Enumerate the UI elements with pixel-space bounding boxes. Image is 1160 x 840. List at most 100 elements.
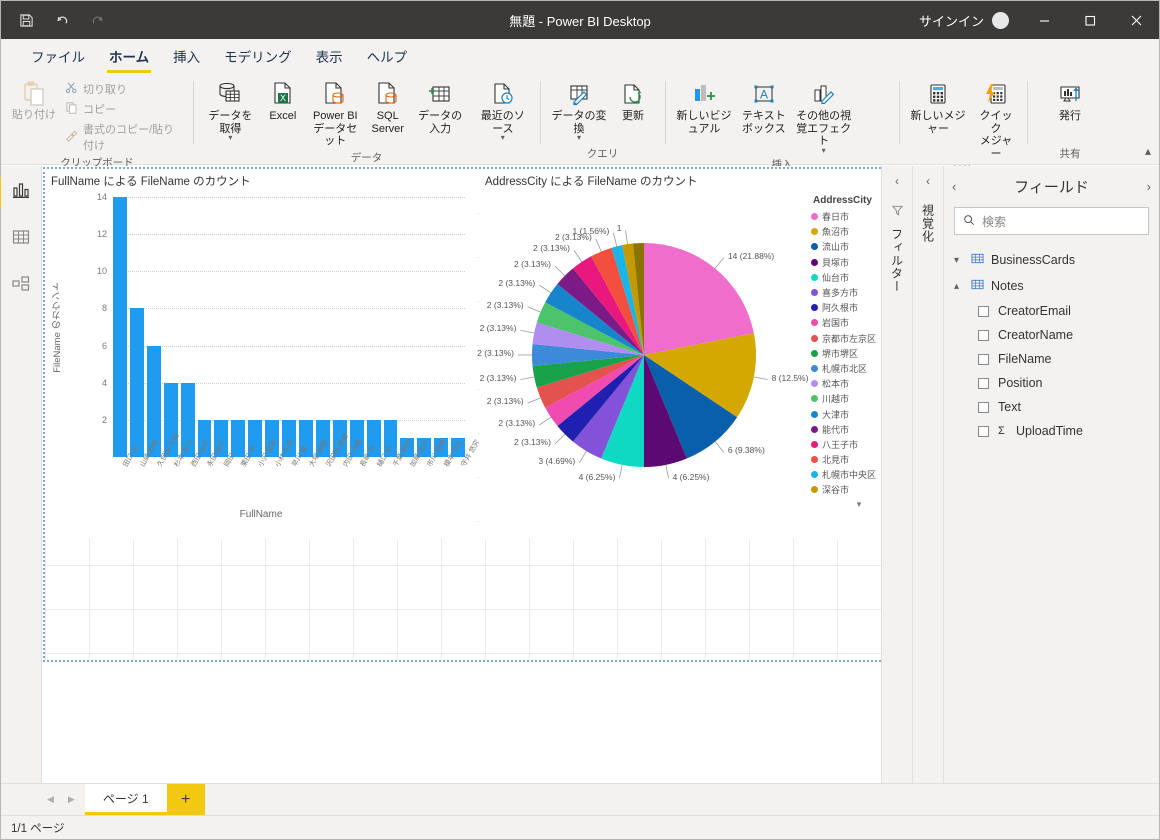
bar-chart-visual[interactable]: FullName による FileName のカウント FileName のカウ…: [45, 169, 482, 539]
field-item-creatorname[interactable]: CreatorName: [944, 323, 1159, 347]
more-visuals-icon: [809, 80, 839, 110]
legend-item[interactable]: 岩国市: [811, 315, 881, 330]
legend-item[interactable]: 魚沼市: [811, 224, 881, 239]
menu-tab-home[interactable]: ホーム: [97, 42, 161, 73]
sign-in-button[interactable]: サインイン: [919, 11, 992, 30]
legend-more-chevron-down-icon[interactable]: ▾: [811, 499, 881, 510]
legend-item[interactable]: 松本市: [811, 376, 881, 391]
menu-tab-modeling[interactable]: モデリング: [212, 42, 304, 73]
fields-pane-chevron-right-icon[interactable]: ›: [1147, 179, 1151, 194]
format-painter-button[interactable]: 書式のコピー/貼り付け: [61, 119, 187, 155]
field-checkbox[interactable]: [978, 425, 989, 437]
recent-sources-button[interactable]: 最近のソース ▾: [472, 78, 534, 144]
add-page-plus-icon[interactable]: +: [166, 784, 205, 815]
fields-table-businesscards[interactable]: ▾ BusinessCards: [944, 247, 1159, 273]
sql-server-button[interactable]: SQL Server: [367, 78, 409, 137]
field-checkbox[interactable]: [978, 329, 989, 341]
menu-tab-help[interactable]: ヘルプ: [355, 42, 420, 73]
field-item-creatoremail[interactable]: CreatorEmail: [944, 299, 1159, 323]
chevron-up-icon[interactable]: ▴: [954, 281, 964, 292]
minimize-button[interactable]: [1021, 1, 1067, 39]
legend-item[interactable]: 流山市: [811, 239, 881, 254]
report-page[interactable]: FullName による FileName のカウント FileName のカウ…: [43, 167, 881, 662]
chevron-down-icon[interactable]: ▾: [577, 134, 581, 142]
report-canvas[interactable]: FullName による FileName のカウント FileName のカウ…: [42, 166, 881, 783]
legend-item[interactable]: 札幌市中央区: [811, 467, 881, 482]
ribbon-group-share: 発行 共有: [1027, 73, 1113, 164]
paste-button[interactable]: 貼り付け: [7, 77, 61, 124]
fields-search-input[interactable]: 検索: [954, 207, 1149, 235]
report-view-button[interactable]: [0, 176, 38, 209]
pie-chart-visual[interactable]: AddressCity による FileName のカウント 14 (21.88…: [477, 169, 881, 539]
legend-item[interactable]: 大津市: [811, 406, 881, 421]
field-item-uploadtime[interactable]: Σ UploadTime: [944, 419, 1159, 443]
field-checkbox[interactable]: [978, 305, 989, 317]
excel-button[interactable]: X Excel: [262, 78, 304, 125]
fields-table-notes[interactable]: ▴ Notes: [944, 273, 1159, 299]
more-visuals-button[interactable]: その他の視覚エフェクト ▾: [791, 78, 857, 157]
pie-leader-line: [554, 265, 566, 277]
chevron-down-icon[interactable]: ▾: [501, 134, 505, 142]
menu-tab-view[interactable]: 表示: [304, 42, 355, 73]
field-checkbox[interactable]: [978, 401, 989, 413]
legend-item[interactable]: 深谷市: [811, 482, 881, 497]
page-next-triangle-right-icon[interactable]: ▶: [68, 794, 75, 805]
field-checkbox[interactable]: [978, 353, 989, 365]
chevron-down-icon[interactable]: ▾: [954, 255, 964, 266]
chevron-up-icon[interactable]: ▴: [1145, 144, 1151, 158]
visualizations-pane-chevron-left-icon[interactable]: ‹: [926, 174, 930, 188]
transform-data-button[interactable]: データの変換 ▾: [546, 78, 612, 144]
bar-chart-bar[interactable]: [113, 197, 127, 457]
legend-item[interactable]: 喜多方市: [811, 285, 881, 300]
cut-button[interactable]: 切り取り: [61, 79, 187, 99]
svg-text:A: A: [760, 88, 768, 102]
enter-data-button[interactable]: データの入力: [409, 78, 472, 137]
close-button[interactable]: [1113, 1, 1159, 39]
legend-item[interactable]: 阿久根市: [811, 300, 881, 315]
get-data-button[interactable]: データを取得 ▾: [199, 78, 262, 144]
copy-button[interactable]: コピー: [61, 99, 187, 119]
legend-item[interactable]: 北見市: [811, 452, 881, 467]
legend-item[interactable]: 八王子市: [811, 437, 881, 452]
undo-icon[interactable]: [51, 9, 73, 31]
menu-tab-file[interactable]: ファイル: [19, 42, 97, 73]
legend-item[interactable]: 京都市左京区: [811, 331, 881, 346]
recent-sources-label: 最近のソース: [480, 110, 525, 135]
visualizations-pane-collapsed[interactable]: ‹ 視覚化: [912, 166, 943, 783]
bar-chart-x-label: 杉本 紘也: [173, 438, 195, 469]
legend-item[interactable]: 堺市堺区: [811, 346, 881, 361]
chevron-down-icon[interactable]: ▾: [228, 134, 232, 142]
bar-chart-bar[interactable]: [129, 308, 144, 457]
legend-item[interactable]: 能代市: [811, 422, 881, 437]
page-tab-1[interactable]: ページ 1: [84, 784, 167, 815]
new-visual-button[interactable]: 新しいビジュアル: [671, 78, 737, 137]
publish-button[interactable]: 発行: [1049, 78, 1091, 125]
field-item-filename[interactable]: FileName: [944, 347, 1159, 371]
legend-item[interactable]: 札幌市北区: [811, 361, 881, 376]
menu-tab-insert[interactable]: 挿入: [161, 42, 212, 73]
quick-measure-button[interactable]: クイック メジャー: [971, 78, 1021, 163]
legend-item[interactable]: 貝塚市: [811, 255, 881, 270]
powerbi-dataset-button[interactable]: Power BI データセット: [304, 78, 367, 150]
save-icon[interactable]: [15, 9, 37, 31]
field-checkbox[interactable]: [978, 377, 989, 389]
field-item-position[interactable]: Position: [944, 371, 1159, 395]
legend-item[interactable]: 川越市: [811, 391, 881, 406]
filters-pane-collapsed[interactable]: ‹ フィルター: [881, 166, 912, 783]
chevron-down-icon[interactable]: ▾: [822, 146, 826, 155]
new-measure-button[interactable]: 新しいメジャー: [905, 78, 971, 137]
field-item-text[interactable]: Text: [944, 395, 1159, 419]
data-view-button[interactable]: [5, 223, 38, 256]
redo-icon[interactable]: [87, 9, 109, 31]
avatar[interactable]: [992, 11, 1009, 29]
pie-leader-line: [619, 464, 623, 479]
refresh-button[interactable]: 更新: [612, 78, 654, 125]
legend-item[interactable]: 春日市: [811, 209, 881, 224]
bar-chart-bar[interactable]: [231, 419, 246, 457]
filters-pane-chevron-left-icon[interactable]: ‹: [895, 174, 899, 188]
model-view-button[interactable]: [5, 270, 38, 303]
text-box-button[interactable]: A テキスト ボックス: [737, 78, 791, 137]
legend-item[interactable]: 仙台市: [811, 270, 881, 285]
page-prev-triangle-left-icon[interactable]: ◀: [47, 794, 54, 805]
maximize-button[interactable]: [1067, 1, 1113, 39]
